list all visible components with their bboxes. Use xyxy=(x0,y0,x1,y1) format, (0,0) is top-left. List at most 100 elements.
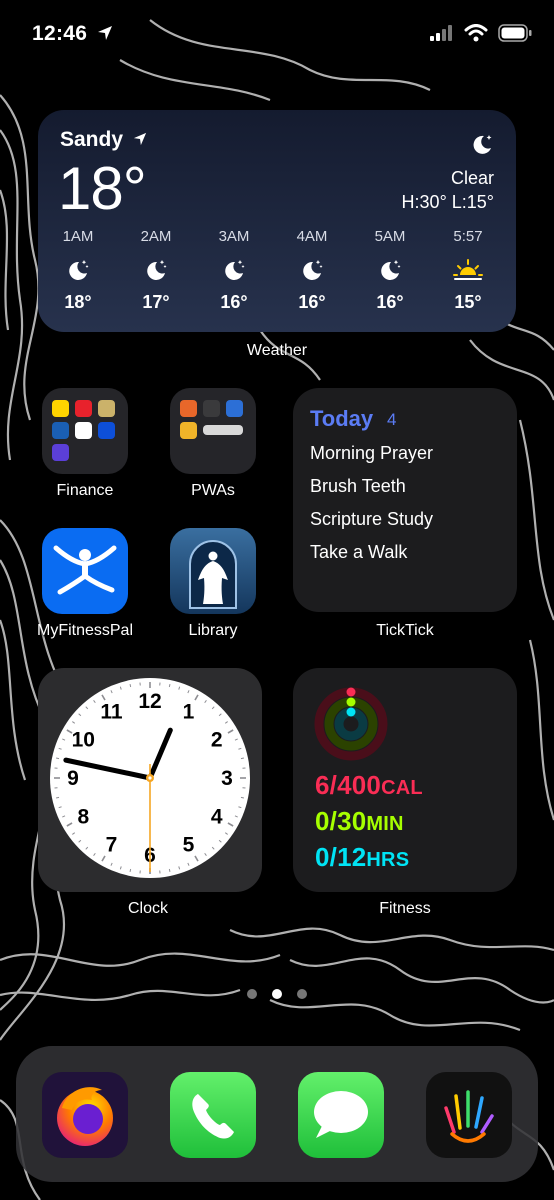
clock-tick xyxy=(55,757,60,760)
hand-paint-app[interactable] xyxy=(426,1072,512,1158)
christus-statue-icon xyxy=(189,540,237,609)
ticktick-count: 4 xyxy=(387,410,397,429)
weather-caption: Weather xyxy=(246,342,308,359)
clock-tick xyxy=(168,868,171,873)
bank-app-icon xyxy=(75,422,92,439)
weather-widget[interactable]: Sandy 18° Clear H:30° L:15° 1AM 18° 2AM … xyxy=(38,110,516,332)
hourly-time: 5:57 xyxy=(453,228,483,245)
messages-icon xyxy=(314,1091,368,1138)
library-app[interactable] xyxy=(170,528,256,614)
fitness-label: Fitness xyxy=(379,900,431,917)
task-item[interactable]: Scripture Study xyxy=(310,509,433,530)
pwas-label: PWAs xyxy=(191,482,235,499)
page-dot-active[interactable] xyxy=(272,989,282,999)
clock-tick xyxy=(129,868,132,873)
clock-numeral: 11 xyxy=(100,700,123,723)
move-stat: 6/400CAL xyxy=(315,770,423,801)
fitness-widget[interactable]: 6/400CAL 0/30MIN 0/12HRS xyxy=(293,668,517,892)
clock-tick xyxy=(55,796,60,799)
weather-location: Sandy xyxy=(60,128,147,152)
page-dot[interactable] xyxy=(297,989,307,999)
exercise-unit: MIN xyxy=(366,813,404,835)
clock-label: Clock xyxy=(127,900,168,917)
pen-app-icon xyxy=(52,444,69,461)
citi-app-icon xyxy=(52,422,69,439)
card-app-icon xyxy=(98,400,115,417)
location-arrow-icon xyxy=(133,132,146,146)
analog-clock-face: 12 1 2 3 4 5 6 7 8 9 10 11 xyxy=(50,678,250,878)
clock-tick xyxy=(129,683,132,688)
ticktick-label: TickTick xyxy=(376,622,434,639)
hourly-time: 1AM xyxy=(62,228,94,245)
jumping-person-icon xyxy=(53,545,117,595)
dock xyxy=(16,1046,538,1182)
hourly-time: 4AM xyxy=(296,228,328,245)
hourly-temp: 15° xyxy=(454,292,482,312)
status-time-text: 12:46 xyxy=(32,22,88,45)
clock-numeral: 4 xyxy=(211,806,223,829)
clock-tick xyxy=(240,757,245,760)
hourly-item: 5AM 16° xyxy=(352,228,428,313)
move-unit: CAL xyxy=(381,777,423,799)
finance-app-icon xyxy=(75,400,92,417)
moon-stars-icon xyxy=(147,260,167,280)
hourly-time: 5AM xyxy=(374,228,406,245)
hand-paint-icon xyxy=(444,1090,494,1143)
phone-icon xyxy=(192,1094,234,1139)
moon-stars-icon xyxy=(303,260,323,280)
pwas-folder[interactable] xyxy=(170,388,256,474)
clock-numeral: 3 xyxy=(221,767,233,790)
stand-unit: HRS xyxy=(366,849,410,871)
activity-rings-icon xyxy=(314,687,388,761)
ticktick-widget[interactable]: Today 4 Morning Prayer Brush Teeth Scrip… xyxy=(293,388,517,612)
stand-value: 0/12 xyxy=(315,842,367,872)
weather-hourly-forecast: 1AM 18° 2AM 17° 3AM 16° 4AM 16° 5AM 16° … xyxy=(38,228,516,313)
status-time: 12:46 xyxy=(32,22,113,46)
wifi-icon xyxy=(464,24,488,42)
hourly-item: 5:57 15° xyxy=(430,228,506,313)
clock-tick xyxy=(240,796,245,799)
clock-numeral: 1 xyxy=(183,700,195,723)
hourly-temp: 16° xyxy=(298,292,326,312)
task-item[interactable]: Morning Prayer xyxy=(310,443,433,464)
clock-numeral: 5 xyxy=(183,834,195,857)
hourly-item: 4AM 16° xyxy=(274,228,350,313)
hourly-item: 2AM 17° xyxy=(118,228,194,313)
clock-numeral: 12 xyxy=(138,690,161,713)
myfitnesspal-label: MyFitnessPal xyxy=(36,622,134,639)
chase-app-icon xyxy=(98,422,115,439)
weather-condition: Clear xyxy=(450,168,494,188)
ticktick-header: Today xyxy=(310,406,374,431)
cellular-signal-icon xyxy=(430,25,452,41)
messages-app[interactable] xyxy=(298,1072,384,1158)
page-dot[interactable] xyxy=(247,989,257,999)
hourly-time: 2AM xyxy=(140,228,172,245)
task-item[interactable]: Brush Teeth xyxy=(310,476,406,497)
clock-numeral: 10 xyxy=(72,729,95,752)
weather-high-low: H:30° L:15° xyxy=(401,192,494,212)
firefox-app[interactable] xyxy=(42,1072,128,1158)
clock-numeral: 2 xyxy=(211,729,223,752)
sunrise-icon xyxy=(453,259,483,280)
weather-location-text: Sandy xyxy=(60,128,124,151)
task-item[interactable]: Take a Walk xyxy=(310,542,407,563)
clock-widget[interactable]: 12 1 2 3 4 5 6 7 8 9 10 11 xyxy=(38,668,262,892)
finance-label: Finance xyxy=(56,482,114,499)
au-app-icon xyxy=(52,400,69,417)
moon-stars-icon xyxy=(381,260,401,280)
clock-numeral: 9 xyxy=(67,767,79,790)
myfitnesspal-app[interactable] xyxy=(42,528,128,614)
moon-stars-icon xyxy=(69,260,89,280)
phone-app[interactable] xyxy=(170,1072,256,1158)
hourly-temp: 16° xyxy=(220,292,248,312)
move-value: 6/400 xyxy=(315,770,382,800)
hourly-time: 3AM xyxy=(218,228,250,245)
status-icons xyxy=(430,24,532,42)
exercise-stat: 0/30MIN xyxy=(315,806,404,837)
finance-folder[interactable] xyxy=(42,388,128,474)
hourly-temp: 17° xyxy=(142,292,170,312)
hourly-temp: 16° xyxy=(376,292,404,312)
hourly-item: 3AM 16° xyxy=(196,228,272,313)
clock-tick xyxy=(168,683,171,688)
library-label: Library xyxy=(188,622,238,639)
